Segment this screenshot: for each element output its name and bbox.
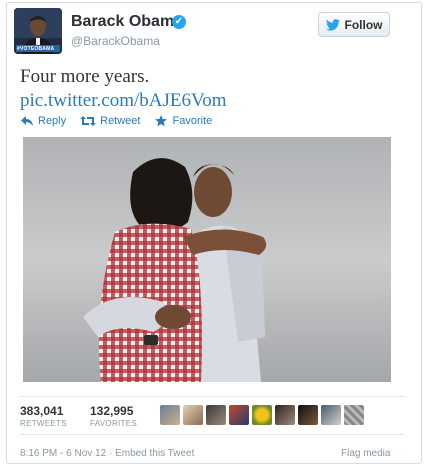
- favorite-label: Favorite: [172, 115, 213, 127]
- reply-icon: [21, 116, 33, 126]
- avatar-badge-text: #VOTEOBAMA: [17, 46, 55, 52]
- retweets-count[interactable]: 383,041: [20, 404, 63, 418]
- favoriter-avatar[interactable]: [321, 405, 341, 425]
- tweet-text: Four more years.: [20, 66, 150, 87]
- follow-button-label: Follow: [344, 17, 383, 32]
- retweet-label: Retweet: [100, 115, 141, 127]
- verified-badge-icon: ✓: [172, 15, 186, 29]
- retweet-icon: [80, 116, 97, 126]
- retweet-button[interactable]: Retweet: [80, 115, 140, 127]
- favoriter-avatar[interactable]: [252, 405, 272, 425]
- embrace-photo: [23, 137, 391, 382]
- tweet-actions: Reply Retweet Favorite: [20, 115, 212, 127]
- favoriter-avatar[interactable]: [298, 405, 318, 425]
- tweet-media-link[interactable]: pic.twitter.com/bAJE6Vom: [20, 90, 227, 112]
- reply-button[interactable]: Reply: [20, 115, 66, 127]
- display-name[interactable]: Barack Obama: [71, 13, 183, 31]
- favorites-count[interactable]: 132,995: [90, 404, 133, 418]
- stats-divider-bottom: [20, 434, 405, 435]
- footer-separator: ·: [108, 448, 113, 459]
- favoriter-avatar[interactable]: [275, 405, 295, 425]
- avatar[interactable]: #VOTEOBAMA: [14, 8, 62, 54]
- favoriter-avatar[interactable]: [344, 405, 364, 425]
- favoriter-avatar[interactable]: [183, 405, 203, 425]
- favoriter-avatar[interactable]: [229, 405, 249, 425]
- retweets-label: RETWEETS: [20, 419, 67, 428]
- favorite-button[interactable]: Favorite: [154, 115, 212, 127]
- star-icon: [155, 115, 168, 127]
- reply-label: Reply: [38, 115, 67, 127]
- stats-divider-top: [20, 396, 405, 397]
- tweet-timestamp[interactable]: 8:16 PM - 6 Nov 12: [20, 448, 106, 459]
- follow-button[interactable]: Follow: [318, 12, 390, 37]
- favoriter-avatar[interactable]: [206, 405, 226, 425]
- tweet-photo[interactable]: [23, 137, 391, 382]
- user-handle[interactable]: @BarackObama: [71, 34, 160, 48]
- favoriter-avatars: [160, 405, 364, 425]
- flag-media-link[interactable]: Flag media: [341, 448, 390, 459]
- favorites-label: FAVORITES: [90, 419, 138, 428]
- twitter-bird-icon: [325, 18, 340, 31]
- tweet-footer: 8:16 PM - 6 Nov 12 · Embed this Tweet: [20, 448, 194, 459]
- favoriter-avatar[interactable]: [160, 405, 180, 425]
- embed-tweet-link[interactable]: Embed this Tweet: [115, 448, 194, 459]
